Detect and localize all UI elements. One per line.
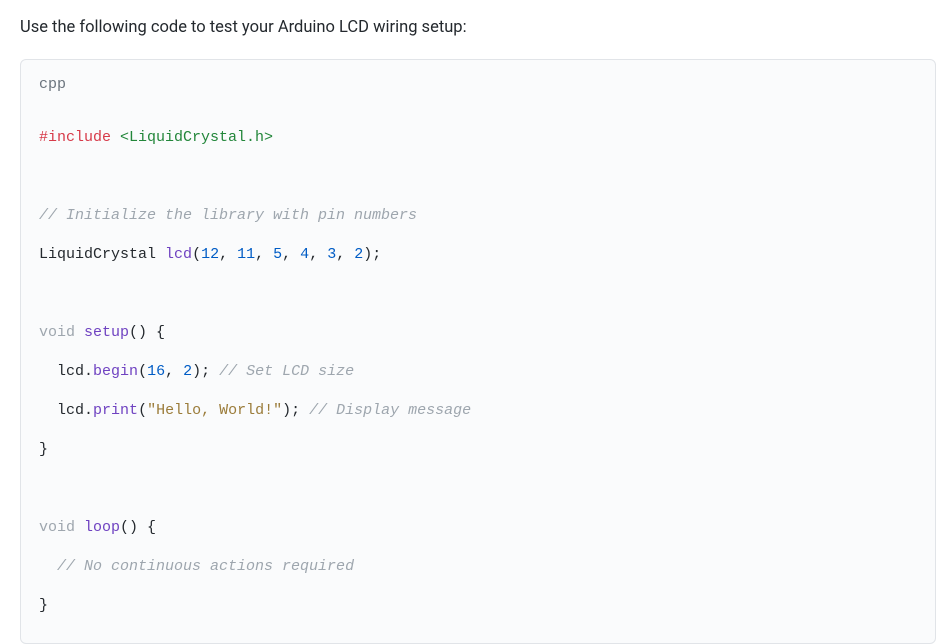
keyword-void-loop: void (39, 519, 75, 536)
code-block: cpp #include <LiquidCrystal.h> // Initia… (20, 59, 936, 644)
call-print: print (93, 402, 138, 419)
keyword-void-setup: void (39, 324, 75, 341)
begin-arg1: 16 (147, 363, 165, 380)
print-arg-str: "Hello, World!" (147, 402, 282, 419)
comment-init: // Initialize the library with pin numbe… (39, 207, 417, 224)
comment-display: // Display message (309, 402, 471, 419)
obj-lcd-begin: lcd (57, 363, 84, 380)
ctor-arg-2: 11 (237, 246, 255, 263)
include-header: <LiquidCrystal.h> (120, 129, 273, 146)
type-liquidcrystal: LiquidCrystal (39, 246, 156, 263)
call-begin: begin (93, 363, 138, 380)
comment-size: // Set LCD size (219, 363, 354, 380)
comment-loop: // No continuous actions required (57, 558, 354, 575)
intro-paragraph: Use the following code to test your Ardu… (20, 16, 936, 41)
code-content: #include <LiquidCrystal.h> // Initialize… (39, 118, 917, 625)
ctor-arg-6: 2 (354, 246, 363, 263)
func-loop: loop (84, 519, 120, 536)
ctor-arg-1: 12 (201, 246, 219, 263)
code-language-label: cpp (39, 74, 917, 97)
ctor-arg-3: 5 (273, 246, 282, 263)
obj-lcd-print: lcd (57, 402, 84, 419)
begin-arg2: 2 (183, 363, 192, 380)
func-setup: setup (84, 324, 129, 341)
ctor-arg-4: 4 (300, 246, 309, 263)
preprocessor-include: #include (39, 129, 111, 146)
var-lcd: lcd (165, 246, 192, 263)
ctor-arg-5: 3 (327, 246, 336, 263)
